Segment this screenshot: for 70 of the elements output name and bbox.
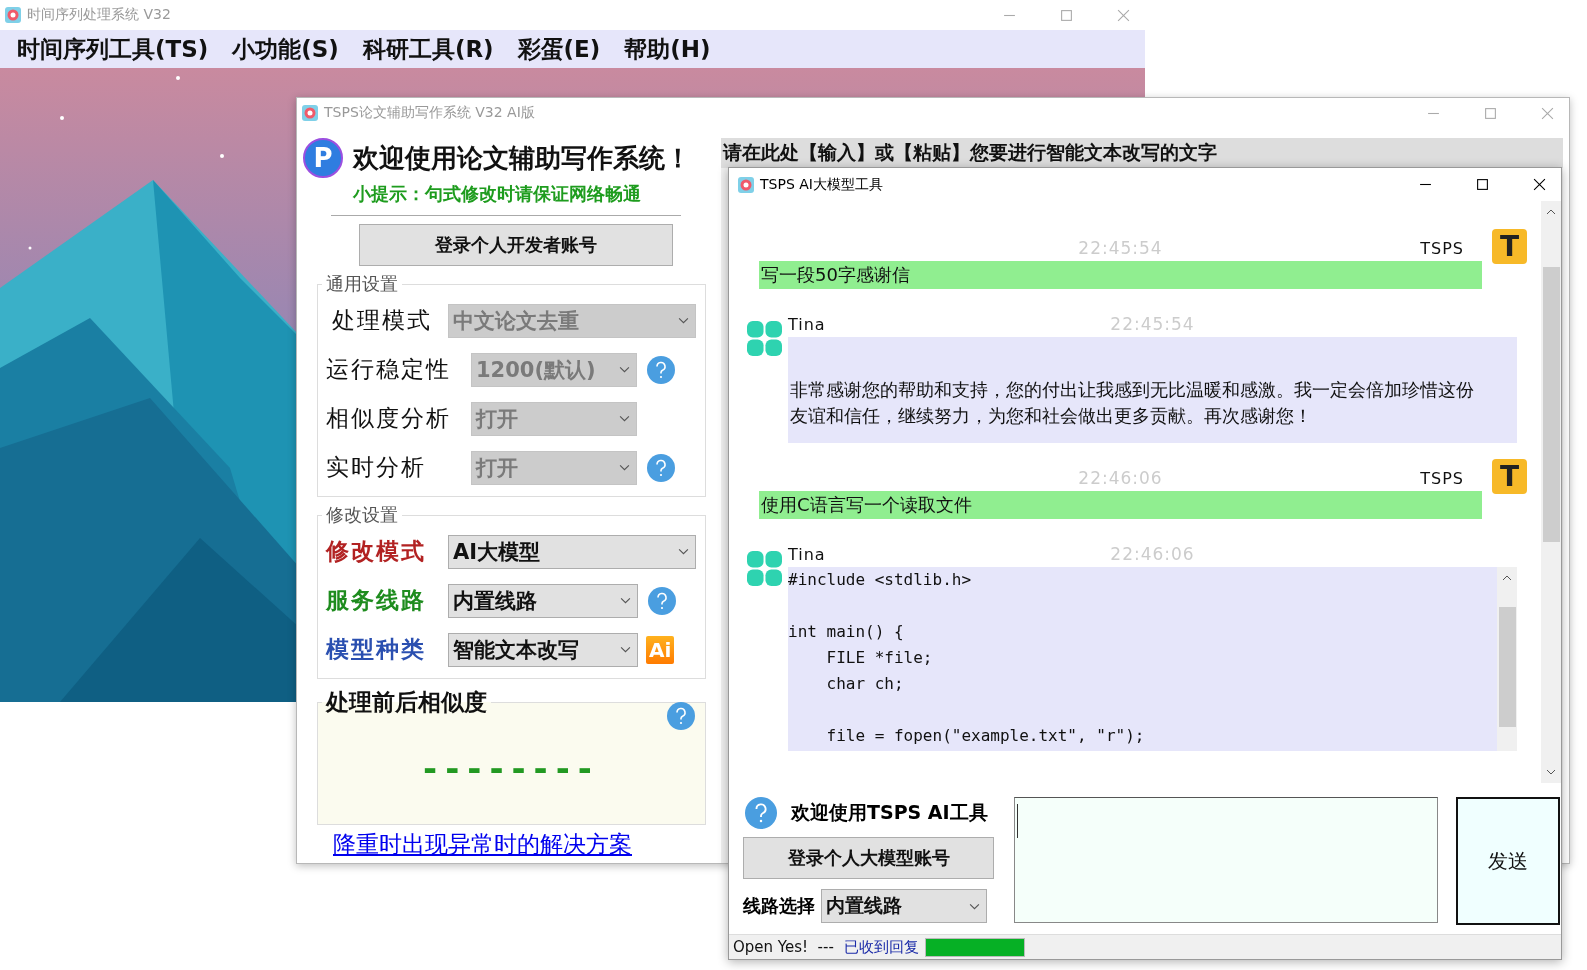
ai-badge: Ai <box>646 635 675 664</box>
scroll-down-icon[interactable] <box>1546 769 1556 775</box>
route-label: 线路选择 <box>743 894 815 918</box>
message-bubble: 使用C语言写一个读取文件 <box>759 491 1482 519</box>
scroll-up-icon[interactable] <box>1546 209 1556 215</box>
chevron-icon <box>619 464 630 471</box>
field-label: 模型种类 <box>324 635 427 664</box>
dropdown[interactable]: AI大模型 <box>448 534 696 569</box>
send-button[interactable]: 发送 <box>1456 797 1560 925</box>
field-label: 修改模式 <box>324 537 427 566</box>
scrollbar[interactable] <box>1541 201 1561 783</box>
help-icon[interactable] <box>667 702 695 730</box>
scroll-up-icon[interactable] <box>1502 575 1512 581</box>
sender-name: Tina <box>788 314 827 334</box>
menu-item[interactable]: 帮助(H) <box>612 33 723 65</box>
user-avatar: T <box>1492 459 1527 494</box>
window-title: TSPS AI大模型工具 <box>760 175 883 194</box>
user-avatar: T <box>1492 229 1527 264</box>
window-title: TSPS论文辅助写作系统 V32 AI版 <box>324 104 535 122</box>
message-bubble: 非常感谢您的帮助和支持，您的付出让我感到无比温暖和感激。我一定会倍加珍惜这份友谊和信任，继续努力，为您和社会做出更多贡献。再次感谢您！ <box>788 337 1517 443</box>
sender-name: TSPS <box>1419 238 1465 258</box>
sender-name: Tina <box>788 544 827 564</box>
solution-link[interactable]: 降重时出现异常时的解决方案 <box>333 829 721 860</box>
menu-item[interactable]: 彩蛋(E) <box>505 33 613 65</box>
menu-item[interactable]: 小功能(S) <box>220 33 351 65</box>
chevron-icon <box>969 902 980 910</box>
message-bubble: 写一段50字感谢信 <box>759 261 1482 289</box>
menu-item[interactable]: 科研工具(R) <box>350 33 506 65</box>
app-icon <box>302 105 318 121</box>
logo: P <box>303 138 343 178</box>
field-label: 相似度分析 <box>325 404 452 433</box>
chevron-icon <box>678 317 689 324</box>
hint-text: 小提示：句式修改时请保证网络畅通 <box>353 182 642 206</box>
chevron-icon <box>620 646 631 653</box>
login-button[interactable]: 登录个人大模型账号 <box>743 837 994 879</box>
welcome-text: 欢迎使用TSPS AI工具 <box>791 800 988 825</box>
similarity-reading: -------- <box>422 748 601 788</box>
chevron-icon <box>678 548 689 555</box>
bot-avatar-icon <box>747 321 782 356</box>
heading: 欢迎使用论文辅助写作系统！ <box>353 141 691 175</box>
scrollbar[interactable] <box>1497 567 1517 751</box>
route-dropdown[interactable]: 内置线路 <box>821 889 987 923</box>
app-icon <box>5 7 21 23</box>
chevron-icon <box>619 366 630 373</box>
input-prompt: 请在此处【输入】或【粘贴】您要进行智能文本改写的文字 <box>721 138 1563 168</box>
field-label: 运行稳定性 <box>325 355 452 384</box>
status-reply: 已收到回复 <box>843 937 919 957</box>
app-icon <box>738 176 754 193</box>
bot-avatar-icon <box>747 551 782 586</box>
field-label: 处理模式 <box>331 306 433 335</box>
help-icon[interactable] <box>648 586 676 615</box>
field-label: 服务线路 <box>324 586 427 615</box>
menu-item[interactable]: 时间序列工具(TS) <box>5 33 221 65</box>
message-input[interactable] <box>1014 797 1438 923</box>
window-title: 时间序列处理系统 V32 <box>27 6 171 24</box>
sender-name: TSPS <box>1419 468 1465 488</box>
group-label: 处理前后相似度 <box>324 688 488 717</box>
maximize-icon[interactable] <box>1476 178 1489 191</box>
login-button[interactable]: 登录个人开发者账号 <box>359 224 673 266</box>
close-icon[interactable] <box>1533 178 1546 191</box>
chevron-icon <box>619 415 630 422</box>
field-label: 实时分析 <box>325 453 427 482</box>
chevron-icon <box>620 597 631 604</box>
dropdown[interactable]: 智能文本改写 <box>448 632 638 667</box>
status-text: Open Yes! --- <box>733 938 834 956</box>
dropdown[interactable]: 内置线路 <box>448 583 638 618</box>
help-icon[interactable] <box>745 797 777 829</box>
group-label: 通用设置 <box>325 272 399 296</box>
code-text: #include <stdlib.h> int main() { FILE *file; char ch; file = fopen("example.txt", "r"); <box>788 569 1146 747</box>
group-label: 修改设置 <box>325 503 399 527</box>
